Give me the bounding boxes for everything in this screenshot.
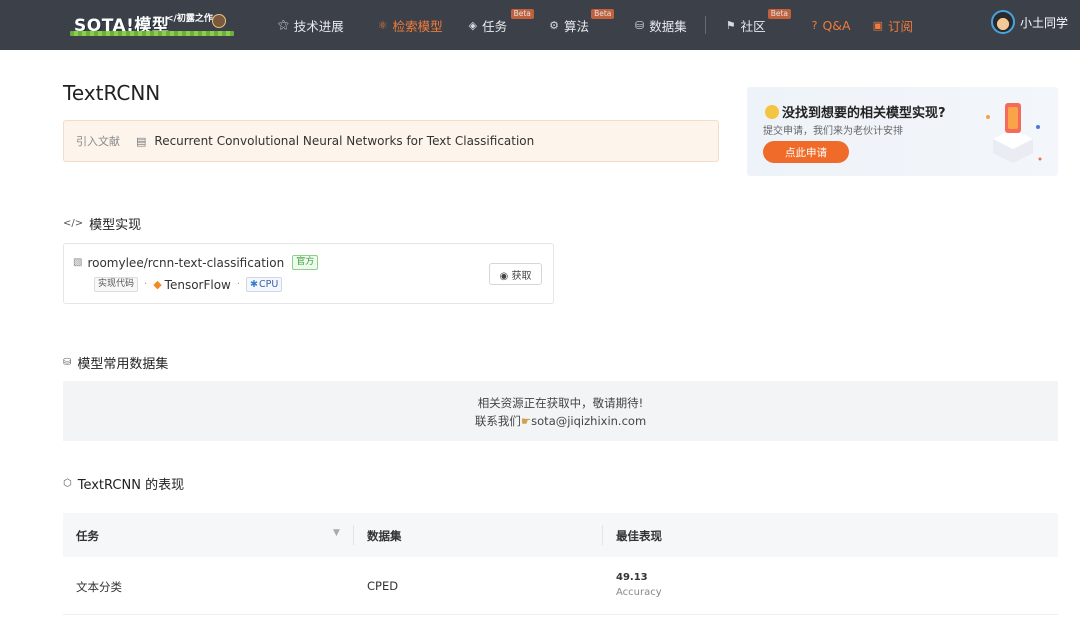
nav-label: 社区 (741, 16, 766, 35)
nav-label: 数据集 (649, 16, 687, 35)
nav-item-algorithms[interactable]: ⚙ 算法 Beta (549, 0, 589, 50)
nav-label: 算法 (564, 16, 589, 35)
cell-score: 49.13 (616, 572, 648, 583)
implementation-meta: 实现代码 · ◆ TensorFlow · ✱CPU (94, 277, 282, 292)
beta-badge: Beta (768, 9, 791, 19)
performance-heading-text: TextRCNN 的表现 (78, 474, 184, 493)
beta-badge: Beta (511, 9, 534, 19)
main-nav: ⚝ 技术进展 ⚛ 检索模型 ◈ 任务 Beta ⚙ 算法 Beta ⛁ 数据集 … (278, 0, 913, 50)
nav-item-qa[interactable]: ? Q&A (812, 0, 851, 50)
get-code-button[interactable]: ◉ 获取 (489, 263, 542, 285)
cell-metric: Accuracy (616, 587, 662, 598)
reference-label: 引入文献 (76, 133, 134, 149)
cpu-tag: ✱CPU (246, 277, 282, 292)
nav-item-tasks[interactable]: ◈ 任务 Beta (469, 0, 507, 50)
promo-illustration-icon (978, 97, 1048, 167)
cell-task: 文本分类 (76, 579, 122, 595)
qa-icon: ? (812, 19, 818, 32)
cube-icon: ⬡ (63, 478, 72, 489)
task-icon: ◈ (469, 19, 477, 32)
column-divider (602, 525, 603, 545)
datasets-contact: 联系我们☛sota@jiqizhixin.com (63, 413, 1058, 429)
tensorflow-icon: ◆ (153, 278, 161, 291)
nav-label: 订阅 (888, 16, 913, 35)
column-header-dataset: 数据集 (367, 528, 402, 544)
official-tag: 官方 (292, 255, 318, 270)
table-header: 任务 ▼ 数据集 最佳表现 (63, 513, 1058, 557)
beta-badge: Beta (591, 9, 614, 19)
thinking-emoji-icon (765, 105, 779, 119)
table-row[interactable]: 文本分类 CPED 49.13 Accuracy (63, 557, 1058, 615)
pointing-hand-icon: ☛ (521, 414, 531, 428)
contact-prefix: 联系我们 (475, 414, 521, 428)
reference-box: 引入文献 ▤ Recurrent Convolutional Neural Ne… (63, 120, 719, 162)
nav-item-datasets[interactable]: ⛁ 数据集 (635, 0, 687, 50)
device-label: CPU (259, 279, 278, 290)
promo-title-text: 没找到想要的相关模型实现? (782, 106, 946, 121)
cell-dataset[interactable]: CPED (367, 579, 398, 593)
nav-item-community[interactable]: ⚑ 社区 Beta (726, 0, 766, 50)
database-icon: ⛁ (63, 357, 71, 368)
tech-icon: ⚝ (278, 18, 289, 32)
filter-icon[interactable]: ▼ (333, 528, 340, 538)
implementation-heading-text: 模型实现 (89, 214, 141, 233)
implementation-card: ▧ roomylee/rcnn-text-classification 官方 实… (63, 243, 554, 304)
performance-table: 任务 ▼ 数据集 最佳表现 文本分类 CPED 49.13 Accuracy (63, 513, 1058, 615)
separator-dot: · (144, 279, 147, 290)
implementation-heading: </> 模型实现 (63, 214, 141, 233)
nav-label: Q&A (822, 18, 850, 33)
nav-label: 任务 (482, 16, 507, 35)
chip-icon: ✱ (250, 279, 258, 290)
datasets-status: 相关资源正在获取中，敬请期待! (63, 395, 1058, 411)
nav-item-tech-progress[interactable]: ⚝ 技术进展 (278, 0, 344, 50)
logo-mascot-icon (212, 14, 226, 28)
nav-label: 检索模型 (393, 16, 443, 35)
avatar (991, 10, 1015, 34)
promo-subtitle: 提交申请，我们来为老伙计安排 (763, 122, 903, 137)
repo-row: ▧ roomylee/rcnn-text-classification 官方 (73, 255, 318, 270)
code-icon: </> (63, 218, 83, 229)
model-icon: ⚛ (378, 19, 388, 32)
repo-icon: ▧ (73, 257, 82, 268)
separator-dot: · (237, 279, 240, 290)
column-header-best: 最佳表现 (616, 528, 662, 544)
column-header-task: 任务 (76, 528, 99, 544)
user-menu[interactable]: 小土同学 (991, 10, 1068, 34)
repo-link[interactable]: roomylee/rcnn-text-classification (87, 256, 284, 270)
code-tag: 实现代码 (94, 277, 138, 292)
database-icon: ⛁ (635, 19, 644, 32)
contact-email[interactable]: sota@jiqizhixin.com (531, 414, 646, 428)
reference-link[interactable]: Recurrent Convolutional Neural Networks … (154, 134, 534, 148)
flag-icon: ⚑ (726, 19, 736, 32)
subscribe-icon: ▣ (873, 19, 883, 32)
algorithm-icon: ⚙ (549, 19, 559, 32)
top-navigation-bar: SOTA!模型 </初露之作> ⚝ 技术进展 ⚛ 检索模型 ◈ 任务 Beta … (0, 0, 1080, 50)
datasets-heading-text: 模型常用数据集 (77, 353, 168, 372)
nav-label: 技术进展 (294, 16, 344, 35)
page-title: TextRCNN (63, 81, 160, 105)
document-icon: ▤ (136, 135, 146, 148)
column-divider (353, 525, 354, 545)
nav-item-subscribe[interactable]: ▣ 订阅 (873, 0, 913, 50)
request-promo-card: 没找到想要的相关模型实现? 提交申请，我们来为老伙计安排 点此申请 (747, 87, 1058, 176)
nav-item-search-models[interactable]: ⚛ 检索模型 (378, 0, 443, 50)
user-name: 小土同学 (1020, 14, 1068, 31)
datasets-placeholder: 相关资源正在获取中，敬请期待! 联系我们☛sota@jiqizhixin.com (63, 381, 1058, 441)
get-label: 获取 (511, 271, 531, 282)
site-logo[interactable]: SOTA!模型 </初露之作> (70, 9, 240, 37)
nav-divider (705, 16, 706, 34)
github-icon: ◉ (500, 271, 509, 282)
datasets-heading: ⛁ 模型常用数据集 (63, 353, 168, 372)
logo-grass-decoration (70, 31, 234, 36)
apply-button[interactable]: 点此申请 (763, 141, 849, 163)
promo-title: 没找到想要的相关模型实现? (765, 102, 946, 121)
performance-heading: ⬡ TextRCNN 的表现 (63, 474, 184, 493)
framework-name: TensorFlow (165, 278, 231, 292)
